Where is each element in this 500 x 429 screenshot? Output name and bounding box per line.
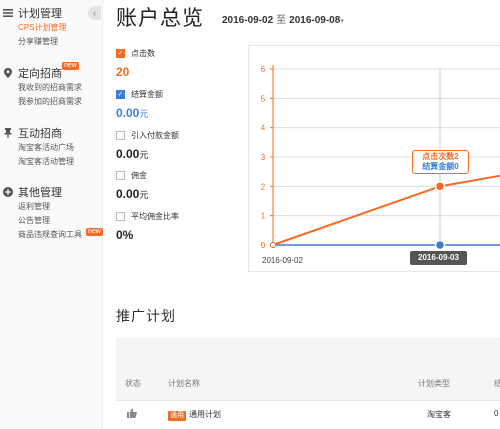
- data-point: [434, 181, 446, 192]
- y-tick-label: 0: [261, 241, 266, 250]
- table-row[interactable]: 通用 通用计划 淘宝客 0: [116, 400, 500, 429]
- y-tick-label: 3: [261, 153, 266, 162]
- tooltip-clicks: 点击次数2: [422, 152, 459, 161]
- x-tick-label: 2016-09-02: [262, 256, 303, 265]
- column-header-extra: 结: [494, 379, 500, 388]
- plan-name-cell[interactable]: 通用 通用计划: [168, 409, 221, 421]
- y-tick-label: 6: [261, 65, 266, 74]
- y-tick-label: 5: [261, 94, 266, 103]
- column-header-plan-type: 计划类型: [418, 379, 450, 388]
- x-tick-label-highlighted: 2016-09-03: [410, 251, 467, 265]
- tooltip-settlement: 结算金额0: [422, 162, 459, 171]
- data-point: [434, 239, 446, 251]
- y-tick-label: 2: [261, 182, 266, 191]
- column-header-plan-name: 计划名称: [168, 379, 200, 388]
- chart-tooltip: 点击次数2 结算金额0: [412, 150, 469, 174]
- plan-tag: 通用: [168, 411, 186, 421]
- y-tick-label: 1: [261, 212, 266, 221]
- column-header-status: 状态: [125, 379, 141, 388]
- plan-table: 状态 计划名称 计划类型 结 通用 通用计划 淘宝客 0: [116, 338, 500, 429]
- thumbs-up-icon: [127, 408, 137, 420]
- plan-extra: 0: [494, 409, 499, 418]
- plan-name: 通用计划: [189, 410, 221, 419]
- plan-type: 淘宝客: [427, 410, 451, 419]
- section-title-plans: 推广计划: [116, 308, 176, 324]
- y-tick-label: 4: [261, 124, 266, 133]
- data-point: [270, 242, 276, 248]
